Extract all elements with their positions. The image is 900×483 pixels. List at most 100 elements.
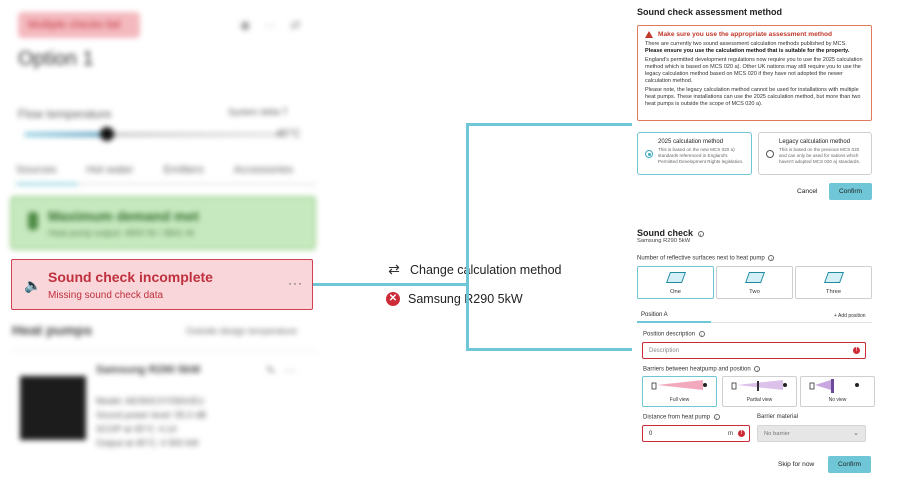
distance-input[interactable]: 0 m ! (642, 425, 750, 442)
divider (12, 350, 318, 351)
connector-line (305, 283, 468, 286)
barrier-material-label: Barrier material (757, 414, 799, 420)
thermometer-icon (28, 212, 38, 230)
sound-check-title: Sound check incomplete (48, 269, 213, 285)
flow-temperature-label: Flow temperature (18, 107, 112, 121)
warning-paragraph-2: England's permitted development regulati… (645, 57, 863, 84)
warning-heading-text: Make sure you use the appropriate assess… (658, 31, 833, 38)
help-icon[interactable]: ◉ (240, 18, 250, 32)
partial-view-label: Partial view (746, 397, 773, 403)
more-icon[interactable]: ··· (264, 18, 276, 32)
edit-icon[interactable]: ✎ (266, 365, 275, 377)
system-delta-label: System delta T (228, 107, 288, 117)
no-view-label: No view (828, 397, 847, 403)
surface-three-option[interactable]: Three (795, 266, 872, 299)
form-confirm-button[interactable]: Confirm (828, 456, 871, 473)
surfaces-label-text: Number of reflective surfaces next to he… (637, 255, 765, 262)
surface-two-option[interactable]: Two (716, 266, 793, 299)
method-legacy-card[interactable]: Legacy calculation method This is based … (758, 132, 872, 175)
error-x-icon: ✕ (386, 292, 400, 306)
more-options-icon[interactable]: ··· (288, 276, 303, 290)
warning-paragraph-1: There are currently two sound assessment… (645, 41, 864, 55)
info-icon[interactable]: i (754, 366, 761, 372)
add-position-button[interactable]: + Add position (834, 313, 866, 319)
cancel-button[interactable]: Cancel (797, 188, 818, 195)
connector-line (466, 123, 469, 351)
surface-two-icon (744, 272, 766, 283)
slider-value: 45°C (276, 128, 301, 140)
distance-value: 0 (649, 431, 653, 437)
confirm-button[interactable]: Confirm (829, 183, 872, 200)
change-method-label: Change calculation method (410, 262, 562, 277)
position-desc-label: Position description i (643, 331, 705, 338)
surface-one-label: One (670, 289, 681, 295)
radio-selected[interactable] (645, 150, 653, 158)
more-icon[interactable]: ··· (284, 365, 295, 377)
warning-p1-bold: Please ensure you use the calculation me… (645, 48, 850, 54)
info-icon[interactable]: i (697, 230, 704, 237)
sound-check-incomplete-card[interactable]: 🔈 Sound check incomplete Missing sound c… (11, 259, 313, 310)
heat-pump-name: Samsung R290 5kW (96, 364, 201, 376)
warning-paragraph-3: Please note, the legacy calculation meth… (645, 87, 861, 107)
barriers-label: Barriers between heatpump and position i (643, 366, 761, 373)
method-2025-card[interactable]: 2025 calculation method This is based on… (637, 132, 752, 175)
position-desc-label-text: Position description (643, 331, 696, 338)
connector-line (466, 348, 632, 351)
error-icon: ! (853, 347, 860, 354)
swap-icon[interactable]: ⇄ (290, 18, 300, 32)
heat-pump-tools: ✎ ··· (266, 364, 295, 377)
chevron-down-icon: ⌄ (853, 430, 859, 437)
full-view-option[interactable]: Full view (642, 376, 717, 407)
full-view-label: Full view (669, 397, 690, 403)
outside-design-temp-link[interactable]: Outside design temperature (186, 326, 297, 336)
tab-accessories[interactable]: Accessories (234, 164, 293, 176)
surface-one-option[interactable]: One (637, 266, 714, 299)
warning-icon (645, 31, 653, 38)
info-icon[interactable]: i (768, 255, 775, 261)
left-panel: Multiple checks fail ◉ ··· ⇄ Option 1 Fl… (0, 0, 340, 483)
option-tabs: Sources Hot water Emitters Accessories (16, 164, 293, 176)
no-view-option[interactable]: No view (800, 376, 875, 407)
option-title: Option 1 (18, 48, 94, 70)
skip-button[interactable]: Skip for now (778, 461, 814, 468)
position-tab-underline (637, 321, 711, 323)
tab-emitters[interactable]: Emitters (163, 164, 203, 176)
description-placeholder: Description (649, 348, 680, 354)
heat-pump-fail-item: ✕ Samsung R290 5kW (386, 292, 523, 306)
surface-one-icon (665, 272, 687, 283)
heat-pumps-heading: Heat pumps (12, 322, 93, 338)
barrier-material-value: No barrier (764, 431, 790, 437)
position-description-input[interactable]: Description ! (642, 342, 866, 359)
heat-pump-output: Output at 45°C: 4 900 kW (96, 438, 199, 448)
distance-label-text: Distance from heat pump (643, 414, 711, 421)
full-view-icon (651, 380, 707, 390)
partial-view-option[interactable]: Partial view (722, 376, 797, 407)
barrier-material-select[interactable]: No barrier ⌄ (757, 425, 866, 442)
tab-position-a[interactable]: Position A (641, 312, 668, 318)
distance-label: Distance from heat pump i (643, 414, 720, 421)
assessment-title: Sound check assessment method (637, 7, 783, 17)
surface-three-icon (823, 272, 845, 283)
method-2025-title: 2025 calculation method (658, 139, 724, 145)
flow-temperature-slider[interactable] (24, 132, 284, 137)
slider-handle[interactable] (100, 127, 114, 141)
tab-underline (16, 183, 316, 185)
top-icons: ◉ ··· ⇄ (240, 18, 301, 32)
heat-pump-model: Model: AE050CXYDEK/EU (96, 396, 205, 406)
swap-arrows-icon: ⇄ (388, 261, 400, 277)
barriers-label-text: Barriers between heatpump and position (643, 366, 751, 373)
warning-box: Make sure you use the appropriate assess… (637, 25, 872, 121)
partial-view-icon (731, 380, 787, 391)
tab-sources[interactable]: Sources (16, 164, 56, 176)
change-method-item[interactable]: ⇄ Change calculation method (386, 261, 562, 278)
tab-hot-water[interactable]: Hot water (86, 164, 133, 176)
info-icon[interactable]: i (713, 414, 720, 420)
warning-heading: Make sure you use the appropriate assess… (645, 31, 864, 38)
demand-subtitle: Heat pump output: 4900 W / 3841 W (48, 228, 195, 238)
checks-fail-badge: Multiple checks fail (18, 12, 140, 38)
radio-unselected[interactable] (766, 150, 774, 158)
sound-check-subtitle: Missing sound check data (48, 290, 164, 301)
method-legacy-desc: This is based on the previous MCS 020 an… (779, 147, 861, 164)
info-icon[interactable]: i (698, 331, 705, 337)
surface-two-label: Two (749, 289, 760, 295)
